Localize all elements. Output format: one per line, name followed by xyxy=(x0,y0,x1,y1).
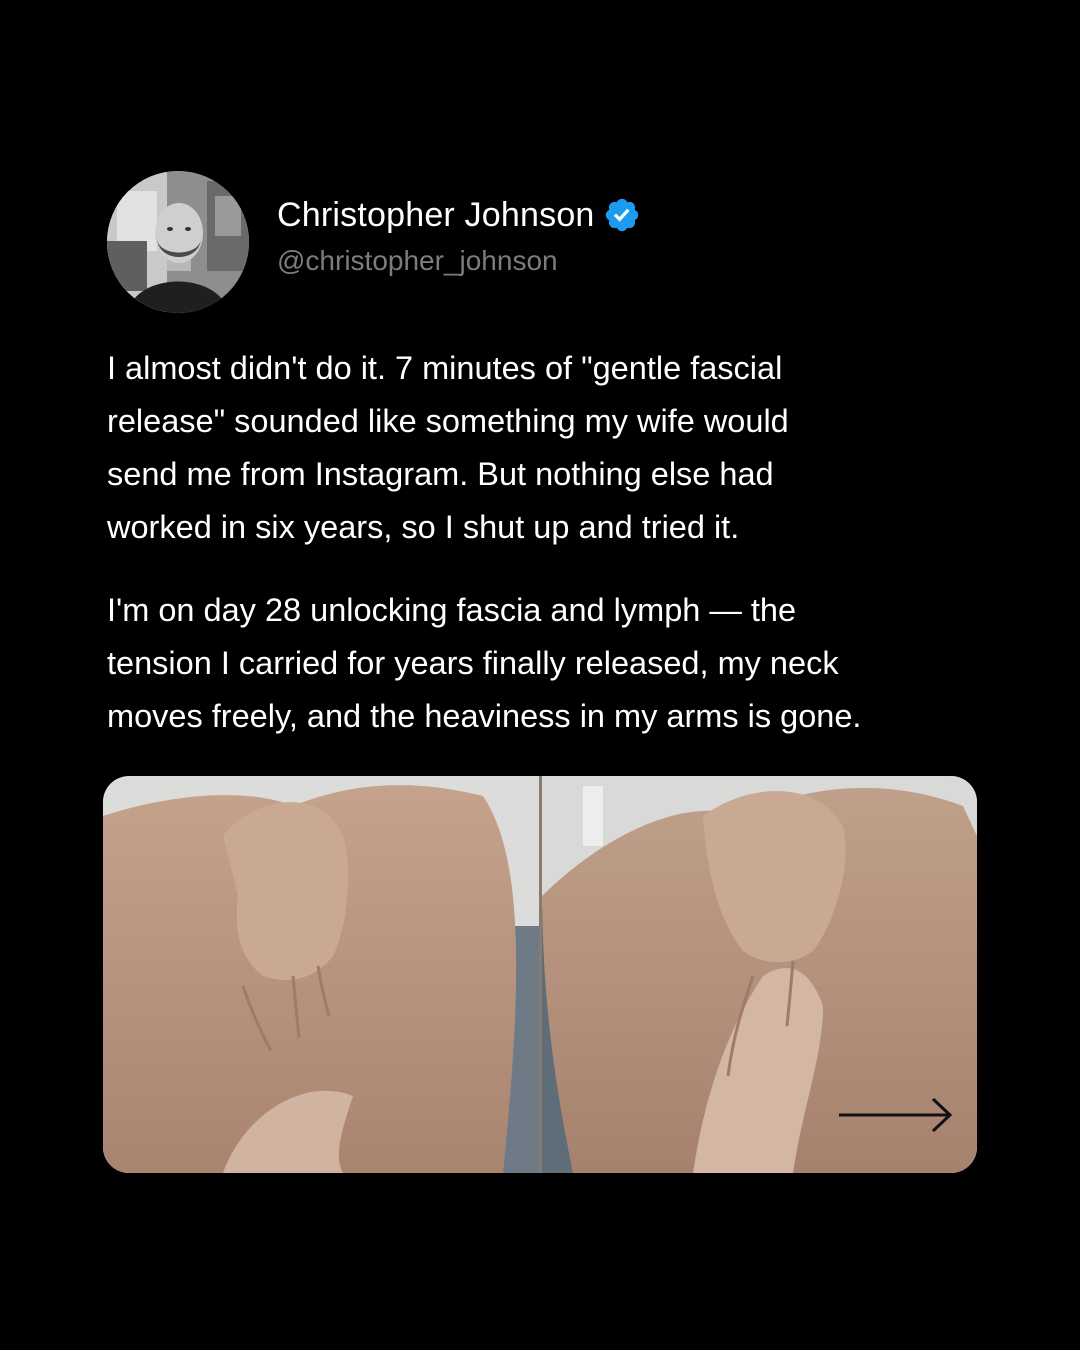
verified-badge-icon xyxy=(603,196,641,234)
post-card: Christopher Johnson @christopher_johnson… xyxy=(0,0,1080,1350)
avatar[interactable] xyxy=(107,171,249,313)
name-row: Christopher Johnson xyxy=(277,195,641,235)
avatar-photo xyxy=(107,171,249,313)
post-text: I almost didn't do it. 7 minutes of "gen… xyxy=(107,342,987,743)
post-header: Christopher Johnson @christopher_johnson xyxy=(107,171,641,313)
author-name[interactable]: Christopher Johnson xyxy=(277,195,595,235)
author-handle[interactable]: @christopher_johnson xyxy=(277,244,641,278)
post-media-carousel[interactable] xyxy=(103,776,977,1173)
arrow-right-icon[interactable] xyxy=(837,1095,955,1135)
post-paragraph-1: I almost didn't do it. 7 minutes of "gen… xyxy=(107,350,789,545)
post-paragraph-2: I'm on day 28 unlocking fascia and lymph… xyxy=(107,592,862,734)
author-identity: Christopher Johnson @christopher_johnson xyxy=(277,195,641,278)
